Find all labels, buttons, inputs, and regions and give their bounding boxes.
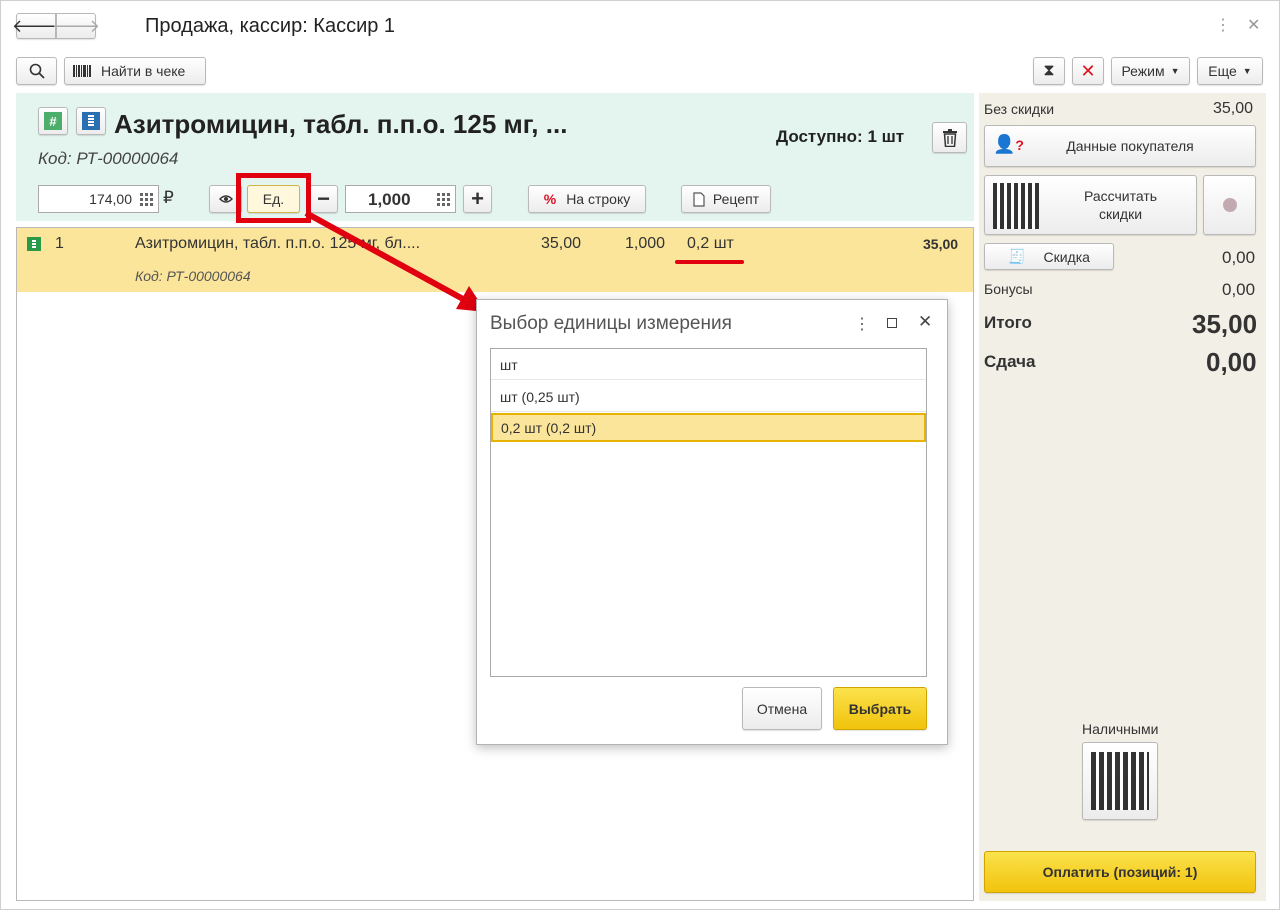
pay-button[interactable]: Оплатить (позиций: 1) bbox=[984, 851, 1256, 893]
total-label: Итого bbox=[984, 313, 1032, 332]
list-item-selected[interactable]: 0,2 шт (0,2 шт) bbox=[491, 413, 926, 442]
cancel-button[interactable]: Отмена bbox=[742, 687, 822, 730]
main-window: 🡐 🡒 Продажа, кассир: Кассир 1 ⋮ ✕ Найти … bbox=[0, 0, 1280, 910]
list-item[interactable]: шт bbox=[491, 349, 926, 380]
bonuses-value: 0,00 bbox=[1222, 280, 1256, 299]
maximize-icon[interactable] bbox=[887, 318, 897, 328]
close-icon[interactable]: ✕ bbox=[918, 312, 932, 332]
discount-button[interactable]: 🧾 Скидка bbox=[984, 243, 1114, 270]
list-item[interactable]: шт (0,25 шт) bbox=[491, 381, 926, 412]
choose-label: Выбрать bbox=[848, 700, 912, 717]
calc-discounts-label: Рассчитать скидки bbox=[1083, 188, 1158, 222]
no-discount-value: 35,00 bbox=[1213, 100, 1254, 117]
more-vert-icon[interactable]: ⋮ bbox=[854, 314, 870, 334]
customer-data-label: Данные покупателя bbox=[1066, 138, 1194, 154]
total-value: 35,00 bbox=[1192, 309, 1258, 339]
no-discount-label: Без скидки bbox=[984, 101, 1055, 117]
list-item-label: шт bbox=[500, 357, 518, 373]
cancel-label: Отмена bbox=[756, 700, 808, 717]
discount-value: 0,00 bbox=[1222, 248, 1256, 267]
pay-label: Оплатить (позиций: 1) bbox=[1042, 864, 1198, 880]
discount-label: Скидка bbox=[1043, 248, 1090, 265]
change-label: Сдача bbox=[984, 352, 1036, 371]
change-value: 0,00 bbox=[1206, 347, 1257, 377]
dialog-title: Выбор единицы измерения bbox=[490, 313, 732, 334]
cash-qr-button[interactable] bbox=[1082, 742, 1158, 820]
person-question-icon: 👤? bbox=[993, 134, 1024, 154]
qr-code-icon bbox=[993, 183, 1039, 229]
cash-label: Наличными bbox=[1082, 721, 1159, 737]
list-item-label: шт (0,25 шт) bbox=[500, 389, 580, 405]
circle-icon bbox=[1222, 198, 1237, 212]
calc-discounts-button[interactable]: Рассчитать скидки bbox=[984, 175, 1197, 235]
discount-icon: 🧾 bbox=[1008, 248, 1026, 264]
qr-code-icon bbox=[1091, 752, 1149, 810]
choose-button[interactable]: Выбрать bbox=[833, 687, 927, 730]
list-item-label: 0,2 шт (0,2 шт) bbox=[501, 420, 597, 436]
customer-data-button[interactable]: 👤? Данные покупателя bbox=[984, 125, 1256, 167]
bonuses-label: Бонусы bbox=[984, 281, 1033, 297]
extra-button[interactable] bbox=[1203, 175, 1256, 235]
